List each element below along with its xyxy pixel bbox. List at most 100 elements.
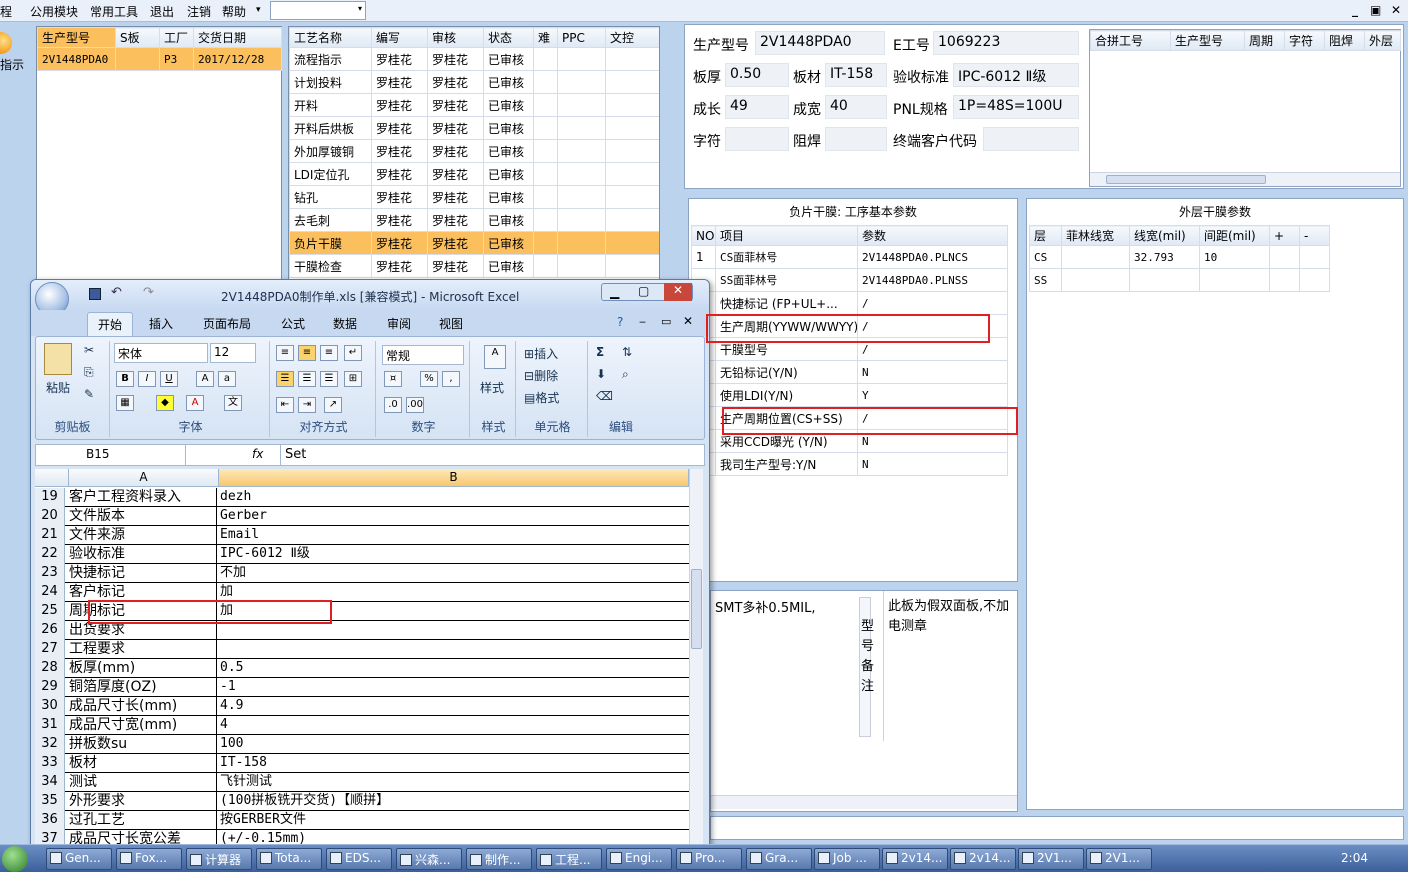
model-field[interactable]: 2V1448PDA0 (755, 31, 885, 55)
taskbar-item[interactable]: 制作... (466, 848, 532, 870)
orientation-icon[interactable]: ↗ (324, 397, 342, 413)
table-cell[interactable] (533, 208, 558, 232)
table-cell[interactable]: 32.793 (1129, 245, 1200, 269)
column-header[interactable]: 难 (533, 27, 558, 48)
table-row[interactable]: 使用LDI(Y/N) Y (691, 383, 1008, 407)
table-cell[interactable]: 已审核 (483, 185, 534, 209)
worksheet[interactable]: A B 19 客户工程资料录入 dezh 20 文件版本 Gerber 21 文件来源 Emai… (35, 469, 689, 847)
table-row[interactable]: 开料后烘板 罗桂花 罗桂花 已审核 (289, 116, 659, 140)
table-row[interactable]: 负片干膜 罗桂花 罗桂花 已审核 (289, 231, 659, 255)
menu-item-help[interactable]: 帮助 (222, 3, 246, 20)
table-cell[interactable] (533, 116, 558, 140)
customer-code-field[interactable] (983, 127, 1079, 151)
sheet-row[interactable]: 19 客户工程资料录入 dezh (35, 488, 689, 507)
font-color-icon[interactable]: A (186, 395, 204, 411)
sheet-row[interactable]: 30 成品尺寸长(mm) 4.9 (35, 697, 689, 716)
table-cell[interactable] (605, 93, 659, 117)
align-left-icon[interactable]: ☰ (276, 371, 294, 387)
paste-button[interactable]: 粘贴 (46, 379, 70, 396)
table-cell[interactable]: 罗桂花 (371, 93, 428, 117)
cell-b[interactable]: 飞针测试 (220, 773, 680, 791)
table-cell[interactable]: 干膜检查 (289, 254, 372, 278)
row-number[interactable]: 30 (35, 697, 65, 716)
sheet-row[interactable]: 31 成品尺寸宽(mm) 4 (35, 716, 689, 735)
redo-icon[interactable]: ↷ (143, 285, 154, 300)
table-cell[interactable]: 外加厚镀铜 (289, 139, 372, 163)
table-cell[interactable] (557, 116, 606, 140)
taskbar-item[interactable]: 兴森... (396, 848, 462, 870)
table-cell[interactable]: 已审核 (483, 93, 534, 117)
minimize-button[interactable]: _ (1352, 3, 1358, 17)
cell-a[interactable]: 拼板数su (69, 735, 217, 753)
table-cell[interactable] (557, 254, 606, 278)
column-header[interactable]: 菲林线宽 (1061, 225, 1130, 246)
table-cell[interactable] (557, 208, 606, 232)
taskbar-item[interactable]: 2V1... (1086, 848, 1152, 870)
tab-data[interactable]: 数据 (333, 315, 357, 332)
column-header[interactable]: NO (691, 225, 716, 246)
table-row[interactable]: SS (1029, 268, 1330, 292)
table-cell[interactable]: 计划投料 (289, 70, 372, 94)
cell-a[interactable]: 快捷标记 (69, 564, 217, 582)
table-cell[interactable] (1061, 245, 1130, 269)
table-cell[interactable] (605, 162, 659, 186)
styles-button[interactable]: 样式 (480, 379, 504, 396)
table-cell[interactable]: 已审核 (483, 254, 534, 278)
cell-a[interactable]: 外形要求 (69, 792, 217, 810)
scrollbar-thumb[interactable] (691, 569, 702, 649)
align-top-icon[interactable]: ≡ (276, 345, 294, 361)
save-icon[interactable] (89, 288, 101, 300)
row-number[interactable]: 26 (35, 621, 65, 640)
decrease-decimal-icon[interactable]: .00 (406, 397, 424, 413)
phonetic-icon[interactable]: 文 (224, 395, 242, 411)
cell-a[interactable]: 工程要求 (69, 640, 217, 658)
column-header[interactable]: 审核 (427, 27, 484, 48)
function-icon[interactable]: fx (252, 447, 263, 461)
table-cell[interactable]: 罗桂花 (427, 231, 484, 255)
row-number[interactable]: 24 (35, 583, 65, 602)
horizontal-scrollbar[interactable] (711, 795, 1017, 809)
cut-icon[interactable]: ✂ (84, 343, 94, 357)
fill-icon[interactable]: ⬇ (596, 367, 606, 381)
tab-review[interactable]: 审阅 (387, 315, 411, 332)
table-cell[interactable]: 罗桂花 (371, 185, 428, 209)
table-cell[interactable] (533, 231, 558, 255)
table-cell[interactable]: 罗桂花 (427, 162, 484, 186)
table-cell[interactable] (533, 70, 558, 94)
row-number[interactable]: 28 (35, 659, 65, 678)
table-cell[interactable]: 2V1448PDA0 (37, 47, 116, 71)
cell-b[interactable]: Gerber (220, 507, 680, 525)
column-header[interactable]: 文控 (605, 27, 659, 48)
row-number[interactable]: 21 (35, 526, 65, 545)
taskbar-item[interactable]: 2v14... (882, 848, 948, 870)
table-cell[interactable] (1299, 245, 1330, 269)
font-name-select[interactable]: 宋体 (114, 343, 208, 363)
table-cell[interactable] (605, 47, 659, 71)
name-box[interactable]: B15 (36, 445, 186, 465)
sheet-row[interactable]: 23 快捷标记 不加 (35, 564, 689, 583)
cell-a[interactable]: 成品尺寸宽(mm) (69, 716, 217, 734)
table-row[interactable]: 2V1448PDA0 P3 2017/12/28 (37, 47, 282, 71)
column-header[interactable]: 线宽(mil) (1129, 225, 1200, 246)
table-cell[interactable]: 流程指示 (289, 47, 372, 71)
cell-b[interactable]: 4 (220, 716, 680, 734)
table-cell[interactable]: 罗桂花 (427, 47, 484, 71)
table-row[interactable]: CS 32.793 10 (1029, 245, 1330, 269)
column-header[interactable]: 项目 (715, 225, 858, 246)
table-row[interactable]: 外加厚镀铜 罗桂花 罗桂花 已审核 (289, 139, 659, 163)
table-cell[interactable] (557, 231, 606, 255)
minimize-button[interactable]: ▁ (610, 285, 619, 299)
taskbar-item[interactable]: Fox... (116, 848, 182, 870)
table-cell[interactable] (533, 185, 558, 209)
table-cell[interactable] (605, 70, 659, 94)
cell-a[interactable]: 过孔工艺 (69, 811, 217, 829)
ribbon-close-button[interactable]: ✕ (683, 314, 693, 328)
row-number[interactable]: 22 (35, 545, 65, 564)
column-header[interactable]: 工艺名称 (289, 27, 372, 48)
horizontal-scrollbar[interactable] (1090, 172, 1400, 186)
table-cell[interactable]: 已审核 (483, 231, 534, 255)
increase-indent-icon[interactable]: ⇥ (298, 397, 316, 413)
remove-column-button[interactable]: - (1299, 225, 1330, 246)
delete-cells-button[interactable]: ⊟删除 (524, 367, 558, 384)
table-cell[interactable] (1129, 268, 1200, 292)
